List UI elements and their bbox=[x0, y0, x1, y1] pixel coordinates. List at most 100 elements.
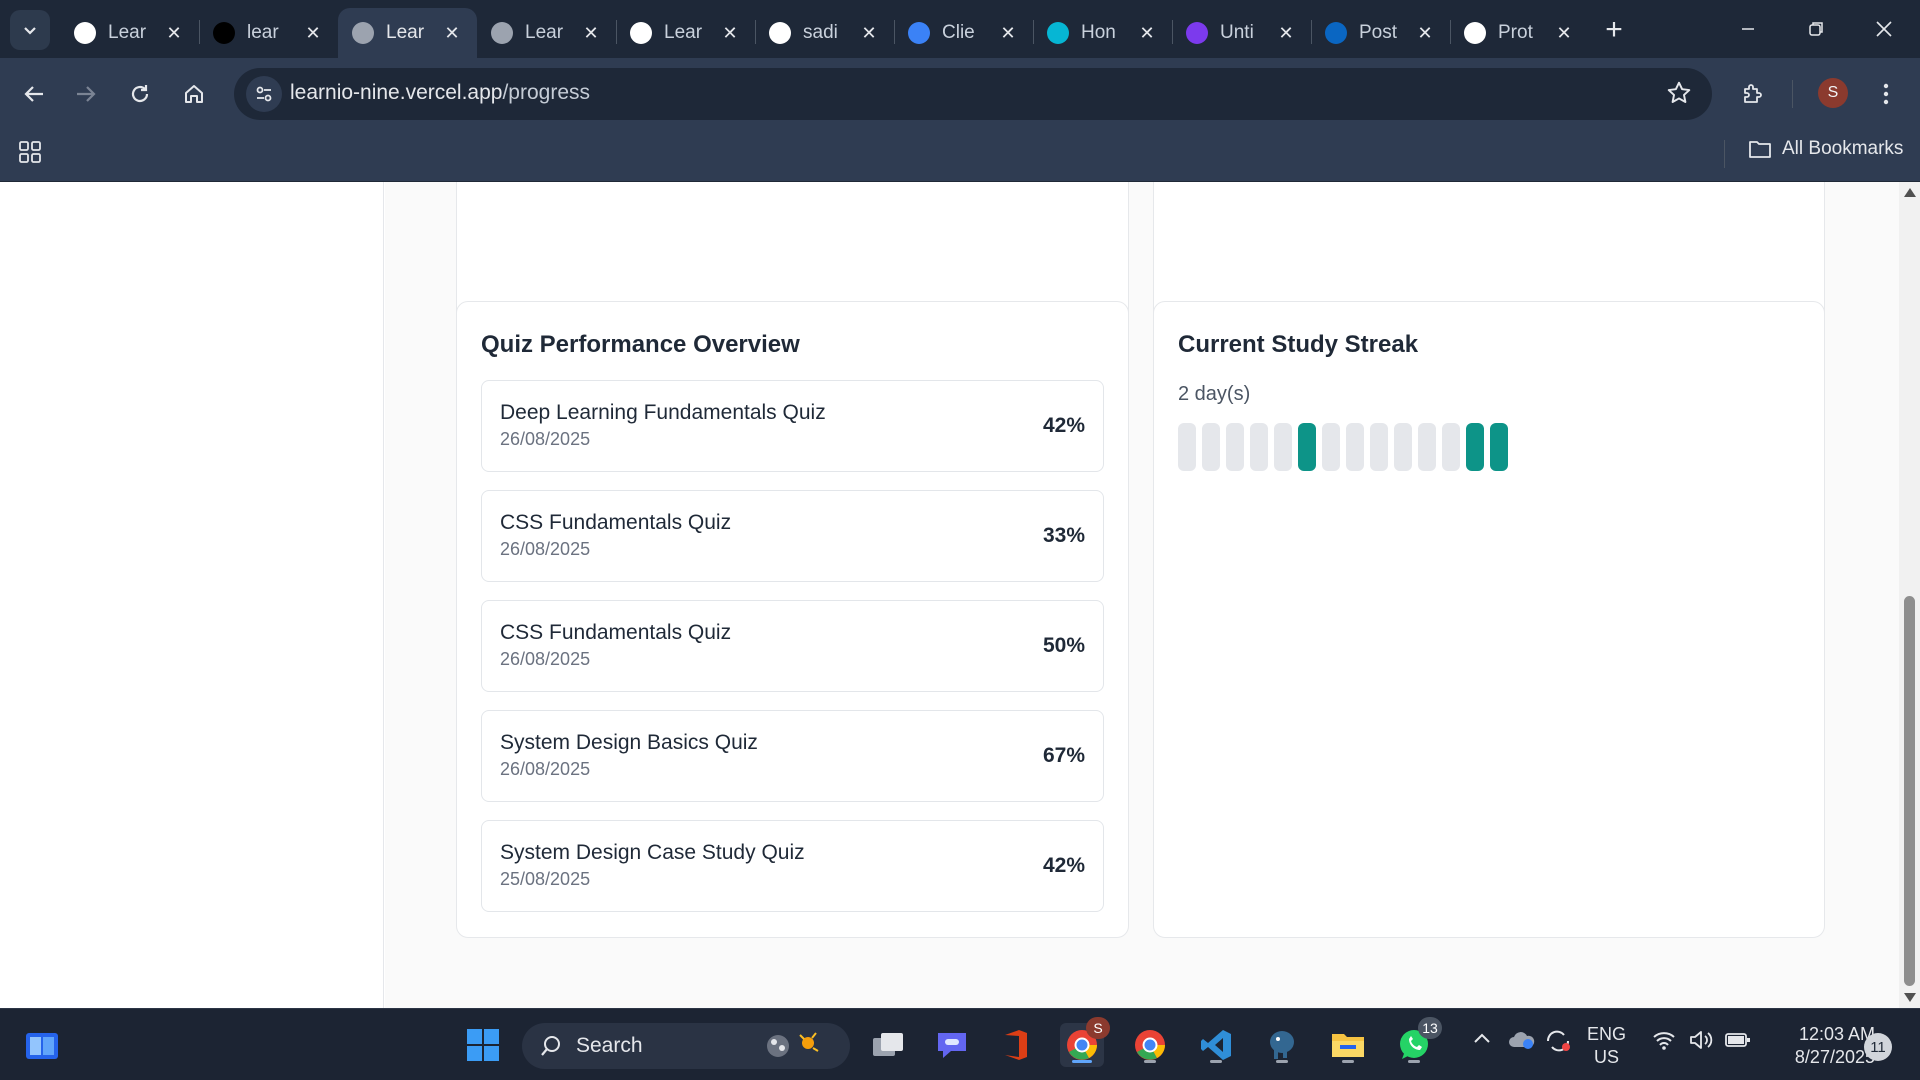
start-button[interactable] bbox=[461, 1023, 505, 1067]
quiz-name: Deep Learning Fundamentals Quiz bbox=[500, 401, 826, 424]
task-view-button[interactable] bbox=[866, 1023, 910, 1067]
widgets-button[interactable] bbox=[20, 1023, 64, 1067]
new-tab-button[interactable]: + bbox=[1597, 13, 1631, 47]
browser-tab[interactable]: Lear ✕ bbox=[338, 8, 477, 58]
onedrive-tray-icon[interactable] bbox=[1508, 1029, 1536, 1056]
tab-title: sadi bbox=[803, 22, 838, 43]
quiz-item[interactable]: System Design Basics Quiz 26/08/2025 67% bbox=[481, 710, 1104, 802]
restore-button[interactable] bbox=[1788, 8, 1844, 50]
browser-tab[interactable]: lear ✕ bbox=[199, 8, 338, 58]
quiz-item[interactable]: Deep Learning Fundamentals Quiz 26/08/20… bbox=[481, 380, 1104, 472]
close-tab-icon[interactable]: ✕ bbox=[1136, 22, 1158, 44]
close-tab-icon[interactable]: ✕ bbox=[997, 22, 1019, 44]
minimize-button[interactable] bbox=[1720, 8, 1776, 50]
scroll-down-arrow[interactable] bbox=[1904, 993, 1916, 1002]
close-tab-icon[interactable]: ✕ bbox=[302, 22, 324, 44]
vscode-icon bbox=[1201, 1030, 1231, 1060]
file-explorer-button[interactable] bbox=[1326, 1023, 1370, 1067]
site-info-button[interactable] bbox=[246, 76, 282, 112]
browser-tab[interactable]: sadi ✕ bbox=[755, 8, 894, 58]
home-icon bbox=[185, 85, 203, 103]
running-indicator bbox=[1276, 1060, 1288, 1063]
quiz-item[interactable]: System Design Case Study Quiz 25/08/2025… bbox=[481, 820, 1104, 912]
streak-day-inactive bbox=[1274, 423, 1292, 471]
browser-tab[interactable]: Hon ✕ bbox=[1033, 8, 1172, 58]
browser-tab[interactable]: Lear ✕ bbox=[616, 8, 755, 58]
quiz-item[interactable]: CSS Fundamentals Quiz 26/08/2025 33% bbox=[481, 490, 1104, 582]
arrow-left-icon bbox=[24, 86, 43, 102]
minimize-icon bbox=[1742, 28, 1754, 30]
browser-tab[interactable]: Unti ✕ bbox=[1172, 8, 1311, 58]
apps-grid-icon[interactable] bbox=[18, 140, 44, 166]
quiz-date: 26/08/2025 bbox=[500, 649, 591, 669]
close-icon bbox=[1876, 21, 1892, 37]
folder-icon bbox=[1749, 141, 1771, 158]
chevron-down-icon bbox=[24, 27, 36, 35]
browser-tab[interactable]: Lear ✕ bbox=[477, 8, 616, 58]
reload-button[interactable] bbox=[118, 72, 162, 116]
quiz-item[interactable]: CSS Fundamentals Quiz 26/08/2025 50% bbox=[481, 600, 1104, 692]
forward-button[interactable] bbox=[64, 72, 108, 116]
page-scrollbar[interactable] bbox=[1899, 182, 1920, 1008]
menu-button[interactable] bbox=[1864, 72, 1908, 116]
tab-title: Lear bbox=[108, 22, 147, 43]
page-scroll-thumb[interactable] bbox=[1904, 596, 1915, 986]
page-viewport: 0WedThuFriSatSunMonTue Quiz Performance … bbox=[0, 182, 1920, 1008]
close-tab-icon[interactable]: ✕ bbox=[580, 22, 602, 44]
notification-center-badge[interactable]: 11 bbox=[1864, 1033, 1892, 1061]
streak-days-count: 2 day(s) bbox=[1178, 383, 1251, 405]
vercel-icon bbox=[213, 22, 235, 44]
back-button[interactable] bbox=[12, 72, 56, 116]
battery-icon bbox=[1725, 1033, 1750, 1047]
browser-tab[interactable]: Clie ✕ bbox=[894, 8, 1033, 58]
extensions-button[interactable] bbox=[1730, 72, 1774, 116]
close-tab-icon[interactable]: ✕ bbox=[1553, 22, 1575, 44]
chrome-button[interactable] bbox=[1128, 1023, 1172, 1067]
browser-tab[interactable]: Prot ✕ bbox=[1450, 8, 1589, 58]
profile-avatar[interactable]: S bbox=[1818, 78, 1848, 108]
puzzle-icon bbox=[1744, 84, 1762, 103]
home-button[interactable] bbox=[172, 72, 216, 116]
office-button[interactable] bbox=[994, 1023, 1038, 1067]
tab-search-button[interactable] bbox=[10, 10, 50, 50]
clock[interactable]: 12:03 AM 8/27/2025 bbox=[1771, 1023, 1875, 1069]
streak-day-inactive bbox=[1202, 423, 1220, 471]
url-text[interactable]: learnio-nine.vercel.app/progress bbox=[290, 81, 590, 105]
toolbar-divider bbox=[1792, 80, 1793, 108]
taskbar-search[interactable]: Search bbox=[522, 1023, 850, 1069]
close-tab-icon[interactable]: ✕ bbox=[441, 22, 463, 44]
streak-day-inactive bbox=[1250, 423, 1268, 471]
close-tab-icon[interactable]: ✕ bbox=[858, 22, 880, 44]
running-indicator bbox=[1342, 1060, 1354, 1063]
sync-icon bbox=[1546, 1030, 1570, 1052]
all-bookmarks-button[interactable]: All Bookmarks bbox=[1748, 138, 1903, 160]
address-bar[interactable]: learnio-nine.vercel.app/progress bbox=[234, 68, 1712, 120]
battery-tray-icon[interactable] bbox=[1724, 1029, 1752, 1056]
scroll-up-arrow[interactable] bbox=[1904, 188, 1916, 197]
volume-tray-icon[interactable] bbox=[1688, 1029, 1714, 1056]
close-tab-icon[interactable]: ✕ bbox=[1414, 22, 1436, 44]
postgres-button[interactable] bbox=[1260, 1023, 1304, 1067]
progress-content: 0WedThuFriSatSunMonTue Quiz Performance … bbox=[385, 182, 1899, 1008]
browser-tab[interactable]: Lear ✕ bbox=[60, 8, 199, 58]
whatsapp-button[interactable]: 13 bbox=[1392, 1017, 1442, 1067]
browser-tab[interactable]: Post ✕ bbox=[1311, 8, 1450, 58]
close-window-button[interactable] bbox=[1856, 8, 1912, 50]
chrome-profile-button[interactable]: S bbox=[1060, 1017, 1110, 1067]
quiz-score: 67% bbox=[1042, 744, 1085, 767]
show-hidden-icons-button[interactable] bbox=[1472, 1029, 1492, 1054]
close-tab-icon[interactable]: ✕ bbox=[719, 22, 741, 44]
canva-icon bbox=[1047, 22, 1069, 44]
wifi-tray-icon[interactable] bbox=[1652, 1029, 1676, 1056]
bookmark-star-button[interactable] bbox=[1666, 80, 1694, 108]
quiz-score: 50% bbox=[1042, 634, 1085, 657]
url-host: learnio-nine.vercel.app bbox=[290, 81, 503, 104]
close-tab-icon[interactable]: ✕ bbox=[163, 22, 185, 44]
language-indicator[interactable]: ENG US bbox=[1587, 1023, 1626, 1069]
vscode-button[interactable] bbox=[1194, 1023, 1238, 1067]
linkedin-icon bbox=[1325, 22, 1347, 44]
url-path: /progress bbox=[502, 81, 591, 104]
close-tab-icon[interactable]: ✕ bbox=[1275, 22, 1297, 44]
chat-app-button[interactable] bbox=[930, 1023, 974, 1067]
sync-tray-icon[interactable] bbox=[1544, 1029, 1572, 1058]
